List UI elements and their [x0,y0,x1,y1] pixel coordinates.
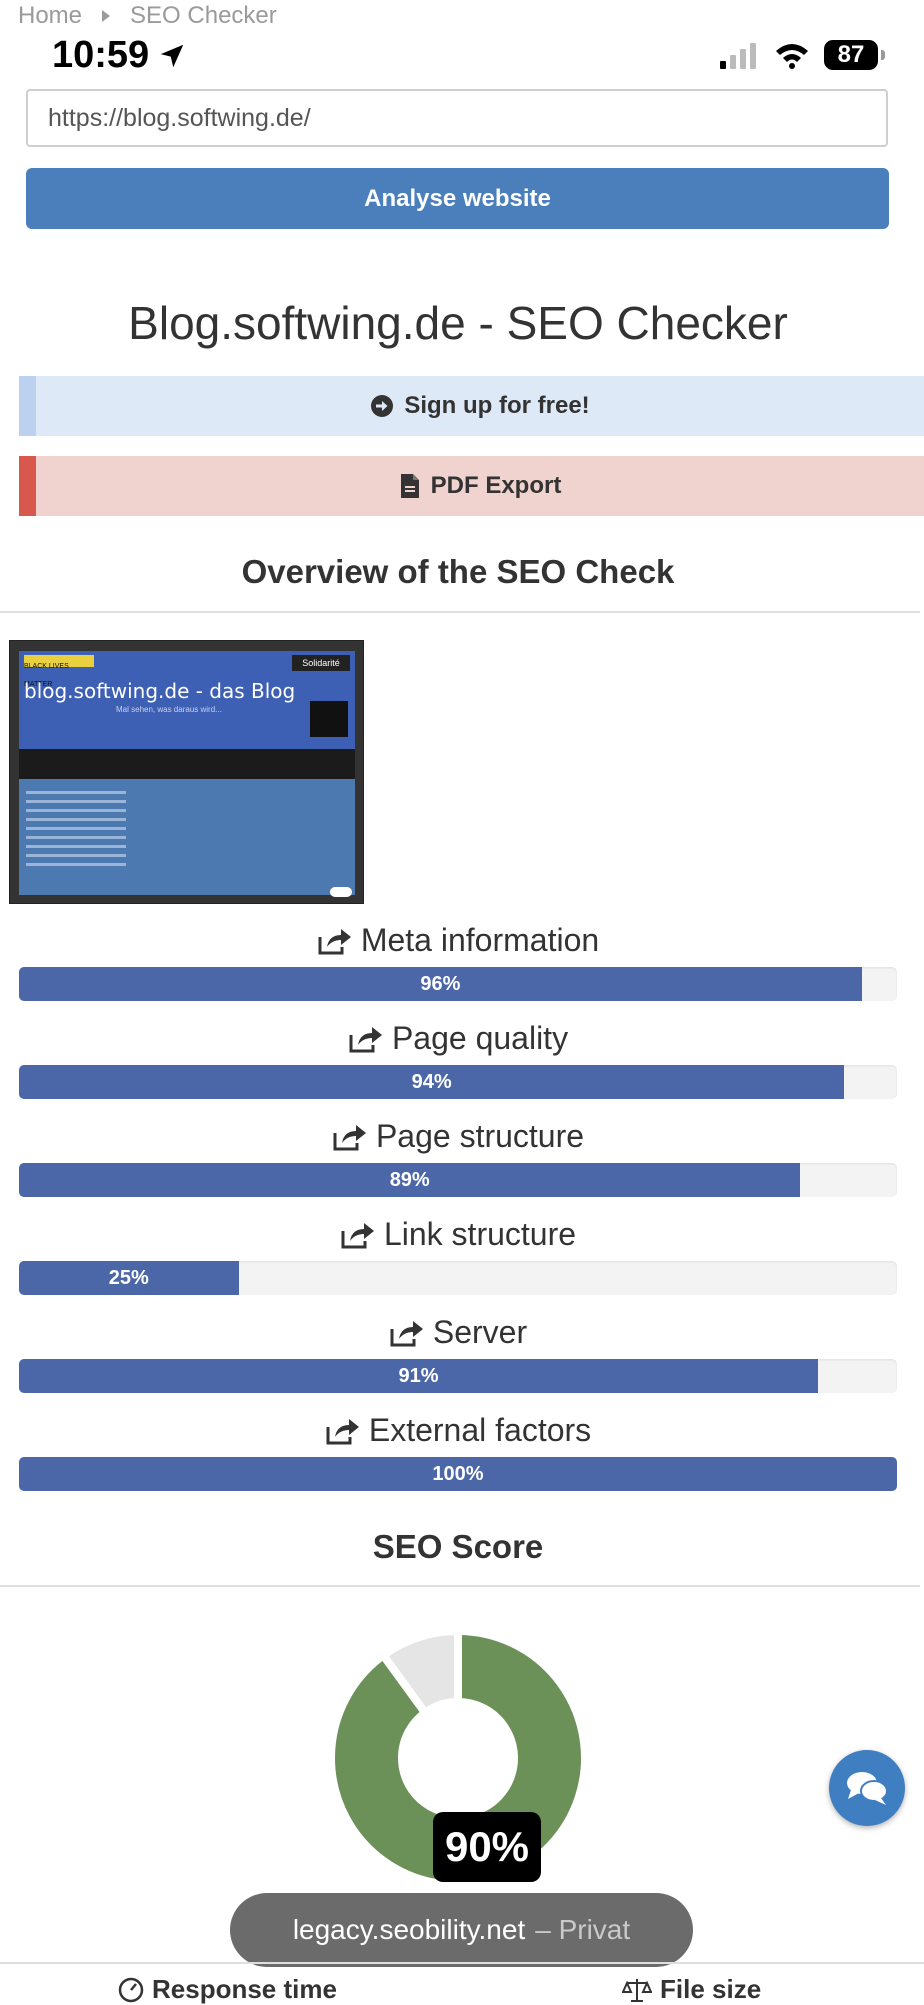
thumbnail-subtitle: Mal sehen, was daraus wird... [116,705,222,714]
metric-progress-fill: 89% [19,1163,801,1197]
clock-text: 10:59 [52,34,150,76]
thumbnail-solidarity: Solidarité [292,655,350,671]
metric-progress-track: 96% [19,967,897,1001]
battery-indicator: 87 [824,40,885,70]
metric-label-text: Server [432,1314,528,1350]
pdf-export-label: PDF Export [430,472,562,499]
metric-label-text: Meta information [360,922,600,958]
overview-title: Overview of the SEO Check [241,553,675,590]
signup-label: Sign up for free! [404,392,590,419]
metric-progress-track: 100% [19,1457,897,1491]
metric-label[interactable]: External factors [0,1412,916,1449]
metric-label-text: Page quality [391,1020,569,1056]
score-divider [0,1585,920,1587]
browser-domain: legacy.seobility.net [292,1914,526,1945]
metric-progress-track: 94% [19,1065,897,1099]
website-screenshot: BLACK LIVES MATTER Solidarité blog.softw… [9,640,364,904]
breadcrumb-separator-icon [102,10,111,22]
thumbnail-toggle [330,887,352,897]
metric-progress-track: 25% [19,1261,897,1295]
share-icon [318,928,351,954]
metric-progress-fill: 94% [19,1065,845,1099]
scale-icon [622,1978,652,2002]
thumbnail-badge: BLACK LIVES MATTER [24,655,94,688]
share-icon [341,1222,374,1248]
response-time-heading: Response time [118,1974,337,2005]
metric-label[interactable]: Link structure [0,1216,916,1253]
metric-label[interactable]: Server [0,1314,916,1351]
analyse-website-button[interactable]: Analyse website [26,168,889,229]
browser-address-pill[interactable]: legacy.seobility.net – Privat [230,1893,693,1967]
location-arrow-icon [160,44,184,67]
metric-progress-track: 89% [19,1163,897,1197]
metric-progress-fill: 96% [19,967,862,1001]
breadcrumb-current: SEO Checker [130,2,277,29]
metric-label-text: Page structure [375,1118,585,1154]
seo-score-title: SEO Score [372,1528,544,1565]
breadcrumb-home-link[interactable]: Home [18,2,82,30]
bottom-divider [0,1962,924,1964]
status-icons: 87 [720,40,885,70]
arrow-circle-right-icon [371,395,394,417]
metric-progress-fill: 91% [19,1359,818,1393]
seo-score-value: 90% [433,1812,541,1882]
status-time: 10:59 [52,34,187,77]
metric-progress-track: 91% [19,1359,897,1393]
signal-icon [720,43,756,69]
breadcrumb: Home SEO Checker [18,2,277,30]
pdf-export-banner[interactable]: PDF Export [19,456,924,516]
pdf-file-icon [400,474,419,498]
share-icon [333,1124,366,1150]
chat-bubbles-icon [847,1772,888,1805]
metric-label[interactable]: Page quality [0,1020,916,1057]
speedometer-icon [118,1977,144,2002]
wifi-icon [776,44,808,69]
metric-progress-fill: 100% [19,1457,897,1491]
share-icon [326,1418,359,1444]
response-time-label: Response time [152,1974,337,2004]
page-title: Blog.softwing.de - SEO Checker [128,297,788,349]
metric-label-text: Link structure [383,1216,577,1252]
thumbnail-nav [19,749,355,779]
thumbnail-text-lines [26,791,126,872]
metric-label[interactable]: Page structure [0,1118,916,1155]
share-icon [390,1320,423,1346]
url-input[interactable] [26,89,888,147]
thumbnail-title: blog.softwing.de - das Blog [24,679,296,703]
file-size-heading: File size [622,1974,761,2005]
thumbnail-logo [310,701,348,737]
metric-progress-fill: 25% [19,1261,239,1295]
share-icon [349,1026,382,1052]
metric-label[interactable]: Meta information [0,922,916,959]
metric-label-text: External factors [368,1412,592,1448]
chat-button[interactable] [829,1750,905,1826]
file-size-label: File size [660,1974,762,2004]
signup-banner[interactable]: Sign up for free! [19,376,924,436]
overview-divider [0,611,920,613]
browser-private-mode: – Privat [535,1914,631,1945]
